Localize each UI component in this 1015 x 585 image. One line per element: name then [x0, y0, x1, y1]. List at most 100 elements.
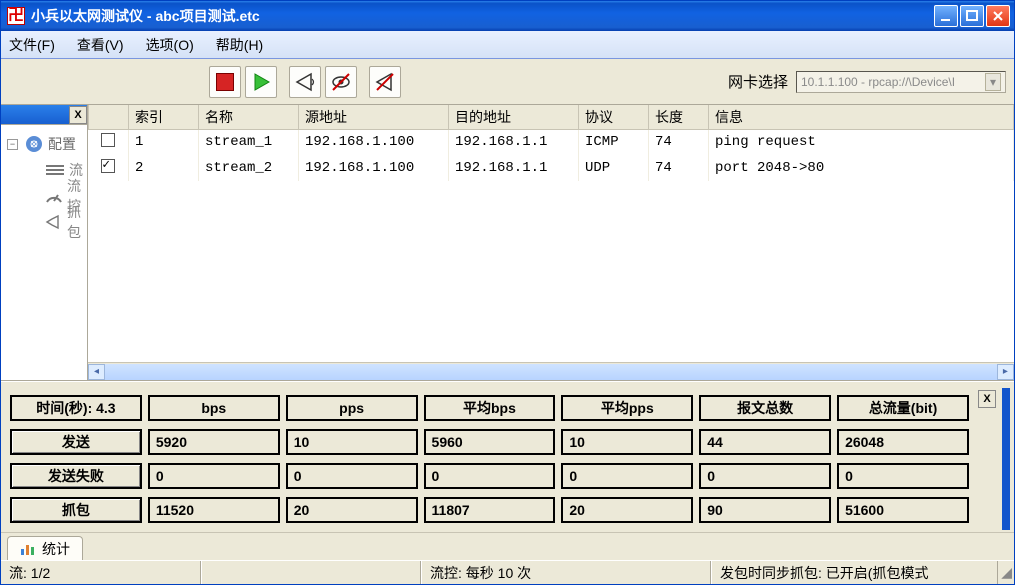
nic-select-value: 10.1.1.100 - rpcap://\Device\I: [801, 75, 955, 89]
toolbar: 网卡选择 10.1.1.100 - rpcap://\Device\I ▾: [1, 59, 1014, 105]
megaphone-slash-icon: [374, 71, 396, 93]
status-bar: 流: 1/2 流控: 每秒 10 次 发包时同步抓包: 已开启(抓包模式 ◢: [1, 560, 1014, 584]
megaphone-icon: [45, 214, 63, 230]
menu-help[interactable]: 帮助(H): [216, 35, 263, 55]
tab-statistics[interactable]: 统计: [7, 536, 83, 560]
cell-index: 1: [129, 129, 199, 155]
tree-root-config[interactable]: − 配置: [5, 131, 83, 157]
stats-value: 20: [286, 497, 418, 523]
row-checkbox[interactable]: [101, 133, 115, 147]
stats-value: 90: [699, 497, 831, 523]
maximize-button[interactable]: [960, 5, 984, 27]
eye-slash-icon: [330, 71, 352, 93]
cell-info: port 2048->80: [709, 155, 1014, 181]
col-len[interactable]: 长度: [649, 105, 709, 129]
no-announce-button[interactable]: [369, 66, 401, 98]
stats-value: 0: [837, 463, 969, 489]
stats-right-gutter: [1002, 388, 1010, 530]
menu-bar: 文件(F) 查看(V) 选项(O) 帮助(H): [1, 31, 1014, 59]
cell-dst: 192.168.1.1: [449, 129, 579, 155]
chevron-down-icon: ▾: [985, 73, 1001, 91]
gauge-icon: [45, 188, 63, 204]
stats-value: 0: [286, 463, 418, 489]
stats-col-header: 总流量(bit): [837, 395, 969, 421]
bar-chart-icon: [20, 542, 36, 556]
stream-table: 索引 名称 源地址 目的地址 协议 长度 信息 1stream_1192.168…: [88, 105, 1014, 181]
nic-select[interactable]: 10.1.1.100 - rpcap://\Device\I ▾: [796, 71, 1006, 93]
menu-file[interactable]: 文件(F): [9, 35, 55, 55]
config-tree: − 配置 流 流控: [1, 125, 87, 241]
cell-src: 192.168.1.100: [299, 155, 449, 181]
no-view-button[interactable]: [325, 66, 357, 98]
col-info[interactable]: 信息: [709, 105, 1014, 129]
col-src[interactable]: 源地址: [299, 105, 449, 129]
stats-value: 0: [561, 463, 693, 489]
stats-row-button[interactable]: 发送失败: [10, 463, 142, 489]
close-button[interactable]: [986, 5, 1010, 27]
cell-name: stream_1: [199, 129, 299, 155]
col-index[interactable]: 索引: [129, 105, 199, 129]
tree-item-label: 抓包: [67, 202, 83, 242]
cell-len: 74: [649, 155, 709, 181]
scroll-left-icon[interactable]: ◂: [88, 364, 105, 380]
stats-row-button[interactable]: 抓包: [10, 497, 142, 523]
stats-value: 11520: [148, 497, 280, 523]
status-capture: 发包时同步抓包: 已开启(抓包模式: [711, 561, 998, 584]
stats-col-header: 平均pps: [561, 395, 693, 421]
sidebar-header: X: [1, 105, 87, 125]
lines-icon: [45, 163, 65, 177]
cell-proto: ICMP: [579, 129, 649, 155]
col-proto[interactable]: 协议: [579, 105, 649, 129]
col-dst[interactable]: 目的地址: [449, 105, 579, 129]
stop-button[interactable]: [209, 66, 241, 98]
stats-value: 44: [699, 429, 831, 455]
stats-value: 10: [561, 429, 693, 455]
sidebar-close-button[interactable]: X: [69, 106, 87, 124]
table-row[interactable]: 1stream_1192.168.1.100192.168.1.1ICMP74p…: [89, 129, 1014, 155]
status-flowcontrol: 流控: 每秒 10 次: [421, 561, 711, 584]
tree-root-label: 配置: [48, 134, 76, 154]
status-streams: 流: 1/2: [1, 561, 201, 584]
minimize-button[interactable]: [934, 5, 958, 27]
col-name[interactable]: 名称: [199, 105, 299, 129]
tab-label: 统计: [42, 539, 70, 559]
col-check[interactable]: [89, 105, 129, 129]
stats-value: 0: [424, 463, 556, 489]
cell-index: 2: [129, 155, 199, 181]
stats-col-header: bps: [148, 395, 280, 421]
stats-value: 26048: [837, 429, 969, 455]
scroll-track[interactable]: [105, 364, 997, 380]
row-checkbox[interactable]: [101, 159, 115, 173]
stats-value: 51600: [837, 497, 969, 523]
play-button[interactable]: [245, 66, 277, 98]
menu-options[interactable]: 选项(O): [146, 35, 194, 55]
nic-label: 网卡选择: [728, 71, 788, 92]
cell-name: stream_2: [199, 155, 299, 181]
stats-close-button[interactable]: X: [978, 390, 996, 408]
cell-src: 192.168.1.100: [299, 129, 449, 155]
scroll-right-icon[interactable]: ▸: [997, 364, 1014, 380]
stats-value: 0: [699, 463, 831, 489]
tree-item-capture[interactable]: 抓包: [5, 209, 83, 235]
stats-value: 20: [561, 497, 693, 523]
resize-grip-icon[interactable]: ◢: [998, 564, 1014, 581]
stats-value: 5920: [148, 429, 280, 455]
horizontal-scrollbar[interactable]: ◂ ▸: [88, 362, 1014, 380]
stats-col-header: 平均bps: [424, 395, 556, 421]
title-bar: 卍 小兵以太网测试仪 - abc项目测试.etc: [1, 1, 1014, 31]
announce-button[interactable]: [289, 66, 321, 98]
stats-panel: 时间(秒): 4.3bpspps平均bps平均pps报文总数总流量(bit)发送…: [1, 381, 1014, 532]
stats-row-button[interactable]: 发送: [10, 429, 142, 455]
stats-col-header: 报文总数: [699, 395, 831, 421]
stats-value: 0: [148, 463, 280, 489]
stats-value: 5960: [424, 429, 556, 455]
table-row[interactable]: 2stream_2192.168.1.100192.168.1.1UDP74po…: [89, 155, 1014, 181]
stats-value: 10: [286, 429, 418, 455]
stats-value: 11807: [424, 497, 556, 523]
stats-tab-bar: 统计: [1, 532, 1014, 560]
collapse-icon[interactable]: −: [7, 139, 18, 150]
app-icon: 卍: [7, 7, 25, 25]
cell-dst: 192.168.1.1: [449, 155, 579, 181]
cell-info: ping request: [709, 129, 1014, 155]
menu-view[interactable]: 查看(V): [77, 35, 124, 55]
